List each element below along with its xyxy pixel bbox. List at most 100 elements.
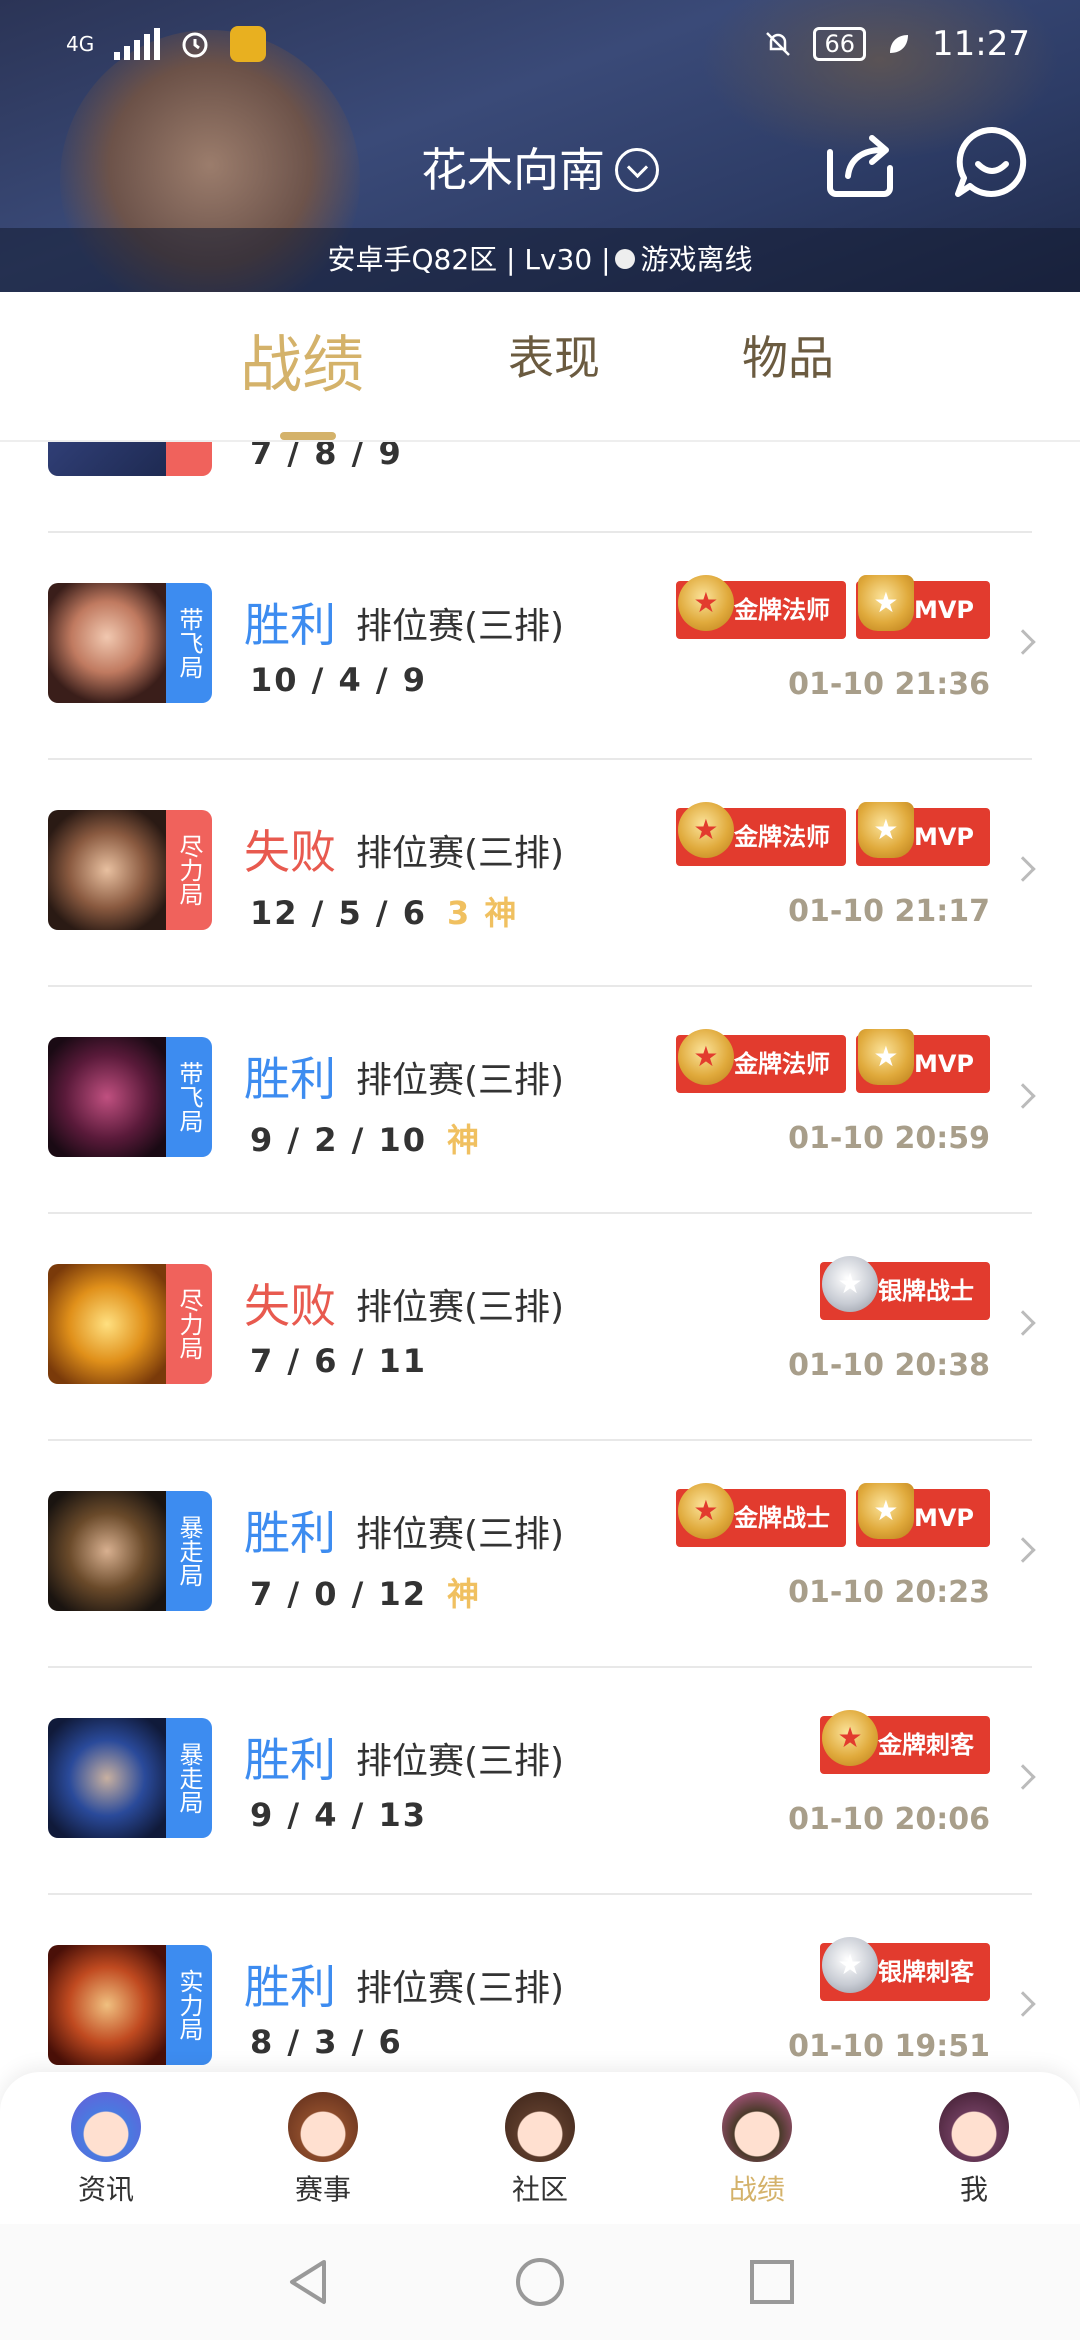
mute-bell-icon — [766, 32, 791, 56]
hero-avatar: 暴走局 — [48, 1491, 212, 1611]
god-streak: 3 神 — [447, 894, 519, 932]
god-streak: 神 — [447, 1575, 482, 1613]
battery-icon: 66 — [813, 27, 867, 61]
recents-icon[interactable] — [744, 2254, 800, 2310]
kda: 7 / 8 / 9 — [250, 442, 403, 472]
hero-avatar: 实力局 — [48, 1945, 212, 2065]
match-row[interactable]: 尽力局 失败 排位赛(三排) 12 / 5 / 63 神 ★ 金牌法师 ★ MVP … — [48, 760, 1036, 987]
tab-items[interactable]: 物品 — [742, 322, 834, 388]
match-tag: 局 — [166, 442, 212, 476]
hero-avatar: 尽力局 — [48, 810, 212, 930]
me-avatar-icon — [939, 2092, 1009, 2162]
chevron-right-icon — [1010, 1991, 1036, 2017]
star-medal-icon: ★ — [822, 1256, 878, 1312]
kda-value: 8 / 3 / 6 — [250, 2023, 403, 2061]
kda: 7 / 6 / 11 — [250, 1342, 427, 1380]
match-result: 胜利 — [244, 1506, 336, 1560]
medal-badge: ★ 金牌战士 — [675, 1483, 846, 1547]
badge-group: ★ 金牌刺客 — [820, 1710, 990, 1780]
match-tag: 暴走局 — [166, 1718, 212, 1838]
match-mode: 排位赛(三排) — [356, 1741, 565, 1782]
mvp-badge: ★ MVP — [855, 1029, 990, 1093]
kda-value: 12 / 5 / 6 — [250, 894, 427, 932]
battery-level: 66 — [824, 30, 856, 58]
match-time: 01-10 20:38 — [788, 1348, 990, 1383]
mvp-badge: ★ MVP — [855, 1483, 990, 1547]
profile-header: 4G 66 11:27 花木向南 安卓手Q82区 | Lv30 | 游戏离线 — [0, 0, 1080, 292]
match-result: 胜利 — [244, 1052, 336, 1106]
god-streak: 神 — [447, 1121, 482, 1159]
kda-value: 10 / 4 / 9 — [250, 661, 427, 699]
home-icon[interactable] — [512, 2254, 568, 2310]
match-mode: 排位赛(三排) — [356, 1968, 565, 2009]
chevron-down-icon — [615, 147, 659, 192]
kda-value: 9 / 2 / 10 — [250, 1121, 427, 1159]
star-medal-icon: ★ — [677, 1483, 734, 1539]
network-label: 4G — [66, 32, 95, 56]
match-time: 01-10 20:23 — [788, 1575, 990, 1610]
chevron-right-icon — [1010, 1537, 1036, 1563]
record-avatar-icon — [722, 2092, 792, 2162]
match-mode: 排位赛(三排) — [356, 1514, 565, 1555]
nav-label: 资讯 — [77, 2173, 134, 2206]
signal-icon — [114, 28, 161, 60]
kda: 9 / 2 / 10 神 — [250, 1115, 481, 1161]
tab-indicator — [280, 432, 336, 440]
nav-label: 战绩 — [728, 2173, 785, 2206]
account-switcher[interactable]: 花木向南 — [0, 134, 1080, 200]
star-medal-icon: ★ — [677, 802, 734, 858]
nav-item-community[interactable]: 社区 — [480, 2092, 600, 2208]
match-time: 01-10 21:36 — [788, 667, 990, 702]
match-list[interactable]: 局 7 / 8 / 9 带飞局 胜利 排位赛(三排) 10 / 4 / 9 ★金… — [0, 442, 1080, 2072]
match-row[interactable]: 带飞局 胜利 排位赛(三排) 10 / 4 / 9 ★ 金牌法师 ★ MVP 01-… — [48, 533, 1036, 760]
medal-badge: ★ 银牌战士 — [820, 1256, 990, 1320]
kda-value: 7 / 0 / 12 — [250, 1575, 427, 1613]
match-row[interactable]: 暴走局 胜利 排位赛(三排) 9 / 4 / 13 ★ 金牌刺客 01-10 20… — [48, 1668, 1036, 1895]
nav-item-events[interactable]: 赛事 — [263, 2092, 383, 2208]
match-row[interactable]: 暴走局 胜利 排位赛(三排) 7 / 0 / 12 神 ★ 金牌战士 ★ MVP 01… — [48, 1441, 1036, 1668]
badge-label: MVP — [913, 823, 974, 851]
hero-avatar: 局 — [48, 442, 212, 476]
tab-record[interactable]: 战绩 — [240, 314, 364, 404]
match-mode: 排位赛(三排) — [356, 1060, 565, 1101]
match-tag: 带飞局 — [166, 583, 212, 703]
tab-performance[interactable]: 表现 — [508, 322, 600, 388]
title-row: 花木向南 — [0, 112, 1080, 212]
alarm-icon — [182, 32, 208, 58]
hero-avatar: 带飞局 — [48, 583, 212, 703]
badge-group: ★ 银牌刺客 — [820, 1937, 990, 2007]
match-row[interactable]: 尽力局 失败 排位赛(三排) 7 / 6 / 11 ★ 银牌战士 01-10 20… — [48, 1214, 1036, 1441]
badge-label: 金牌刺客 — [878, 1731, 974, 1759]
match-tag: 暴走局 — [166, 1491, 212, 1611]
nav-label: 我 — [959, 2173, 988, 2206]
kda: 9 / 4 / 13 — [250, 1796, 427, 1834]
badge-group: ★ 金牌战士 ★ MVP — [675, 1483, 990, 1553]
nav-label: 社区 — [511, 2173, 568, 2206]
trophy-icon: ★ — [857, 1029, 914, 1085]
match-time: 01-10 21:17 — [788, 894, 990, 929]
medal-badge: ★ 银牌刺客 — [820, 1937, 990, 2001]
match-row[interactable]: 带飞局 胜利 排位赛(三排) 9 / 2 / 10 神 ★ 金牌法师 ★ MVP 01… — [48, 987, 1036, 1214]
match-row[interactable]: 实力局 胜利 排位赛(三排) 8 / 3 / 6 ★ 银牌刺客 01-10 19:… — [48, 1895, 1036, 2072]
hero-avatar: 暴走局 — [48, 1718, 212, 1838]
match-tag: 尽力局 — [166, 810, 212, 930]
back-icon[interactable] — [280, 2254, 336, 2310]
share-icon[interactable] — [820, 122, 900, 202]
badge-label: 金牌法师 — [733, 823, 830, 851]
chevron-right-icon — [1010, 856, 1036, 882]
app-notification-icon — [230, 26, 267, 62]
nav-item-news[interactable]: 资讯 — [46, 2092, 166, 2208]
match-row[interactable]: 局 7 / 8 / 9 — [48, 442, 1032, 533]
online-status: 游戏离线 — [640, 243, 753, 276]
trophy-icon: ★ — [857, 802, 914, 858]
badge-label: MVP — [913, 1050, 974, 1078]
match-result: 失败 — [244, 825, 336, 879]
hero-avatar: 尽力局 — [48, 1264, 212, 1384]
nav-item-me[interactable]: 我 — [914, 2092, 1034, 2208]
medal-badge: ★ 金牌法师 — [675, 575, 846, 639]
medal-badge: ★ 金牌刺客 — [820, 1710, 990, 1774]
chat-icon[interactable] — [952, 122, 1032, 202]
events-avatar-icon — [288, 2092, 358, 2162]
badge-label: 金牌战士 — [733, 1504, 830, 1532]
nav-item-record[interactable]: 战绩 — [697, 2092, 817, 2208]
